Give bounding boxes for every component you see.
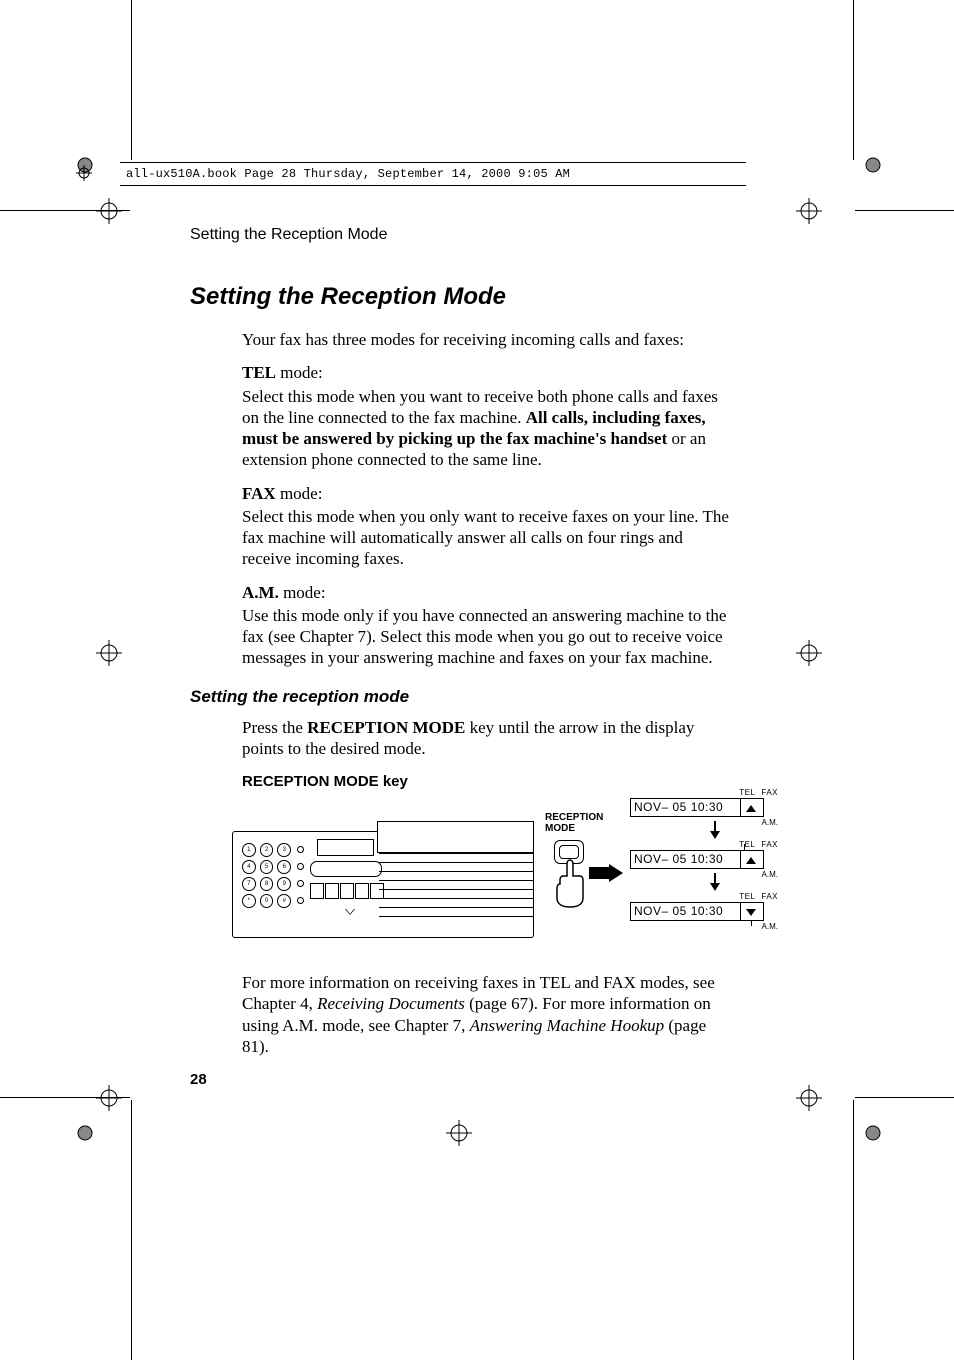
tel-label: TEL [242, 363, 276, 382]
crop-line [855, 1097, 954, 1098]
subheading: Setting the reception mode [190, 687, 730, 707]
am-mode-heading: A.M. mode: [242, 582, 730, 603]
instr-bold: RECEPTION MODE [307, 718, 465, 737]
crosshair-icon [76, 165, 92, 185]
display-states: TELFAX NOV– 05 10:30 A.M. TELFAX NOV– 05… [630, 788, 780, 944]
display-state-2: TELFAX NOV– 05 10:30 A.M. [630, 840, 780, 888]
am-mode-body: Use this mode only if you have connected… [242, 605, 730, 669]
footnote-italic-1: Receiving Documents [317, 994, 465, 1013]
crosshair-icon [96, 640, 122, 666]
fax-machine-illustration: 123 456 789 *0# [232, 821, 542, 941]
lcd-text: NOV– 05 10:30 [630, 798, 741, 817]
print-metadata: all-ux510A.book Page 28 Thursday, Septem… [120, 162, 746, 186]
diagram: 123 456 789 *0# RECEPTION MODE [232, 796, 772, 956]
fax-mode-body: Select this mode when you only want to r… [242, 506, 730, 570]
page-title: Setting the Reception Mode [190, 283, 730, 311]
intro-text: Your fax has three modes for receiving i… [242, 329, 730, 350]
crosshair-icon [96, 198, 122, 224]
lcd-text: NOV– 05 10:30 [630, 850, 741, 869]
crosshair-icon [96, 1085, 122, 1111]
crosshair-icon [796, 1085, 822, 1111]
registration-mark-icon [860, 152, 886, 178]
tel-suffix: mode: [276, 363, 323, 382]
page-number: 28 [190, 1071, 207, 1088]
tel-mode-body: Select this mode when you want to receiv… [242, 386, 730, 471]
crop-line [855, 210, 954, 211]
display-state-3: TELFAX NOV– 05 10:30 A.M. [630, 892, 780, 940]
crop-line [853, 0, 854, 160]
metadata-text: all-ux510A.book Page 28 Thursday, Septem… [126, 167, 570, 181]
pointing-hand-icon [552, 858, 588, 908]
down-arrow-icon [710, 821, 720, 839]
display-state-1: TELFAX NOV– 05 10:30 A.M. [630, 788, 780, 836]
page-content: Setting the Reception Mode Your fax has … [190, 283, 730, 1069]
lcd-text: NOV– 05 10:30 [630, 902, 741, 921]
registration-mark-icon [72, 1120, 98, 1146]
instruction-text: Press the RECEPTION MODE key until the a… [242, 717, 730, 760]
right-arrow-icon [589, 864, 623, 882]
arrow-up-icon [739, 798, 764, 817]
footnote-italic-2: Answering Machine Hookup [470, 1016, 665, 1035]
running-header: Setting the Reception Mode [190, 226, 387, 244]
footnote-text: For more information on receiving faxes … [242, 972, 730, 1057]
fax-mode-heading: FAX mode: [242, 483, 730, 504]
crosshair-icon [796, 640, 822, 666]
arrow-up-icon [739, 850, 764, 869]
down-arrow-icon [710, 873, 720, 891]
crosshair-icon [446, 1120, 472, 1146]
fax-label: FAX [242, 484, 276, 503]
arrow-down-icon [739, 902, 764, 921]
keypad-illustration: 123 456 789 *0# [242, 843, 304, 911]
am-label: A.M. [242, 583, 279, 602]
crop-line [853, 1100, 854, 1360]
registration-mark-icon [860, 1120, 886, 1146]
am-suffix: mode: [279, 583, 326, 602]
crop-line [131, 1100, 132, 1360]
instr-pre: Press the [242, 718, 307, 737]
crop-line [131, 0, 132, 160]
reception-mode-label: RECEPTION MODE [545, 812, 603, 834]
fax-suffix: mode: [276, 484, 323, 503]
tel-mode-heading: TEL mode: [242, 362, 730, 383]
crosshair-icon [796, 198, 822, 224]
